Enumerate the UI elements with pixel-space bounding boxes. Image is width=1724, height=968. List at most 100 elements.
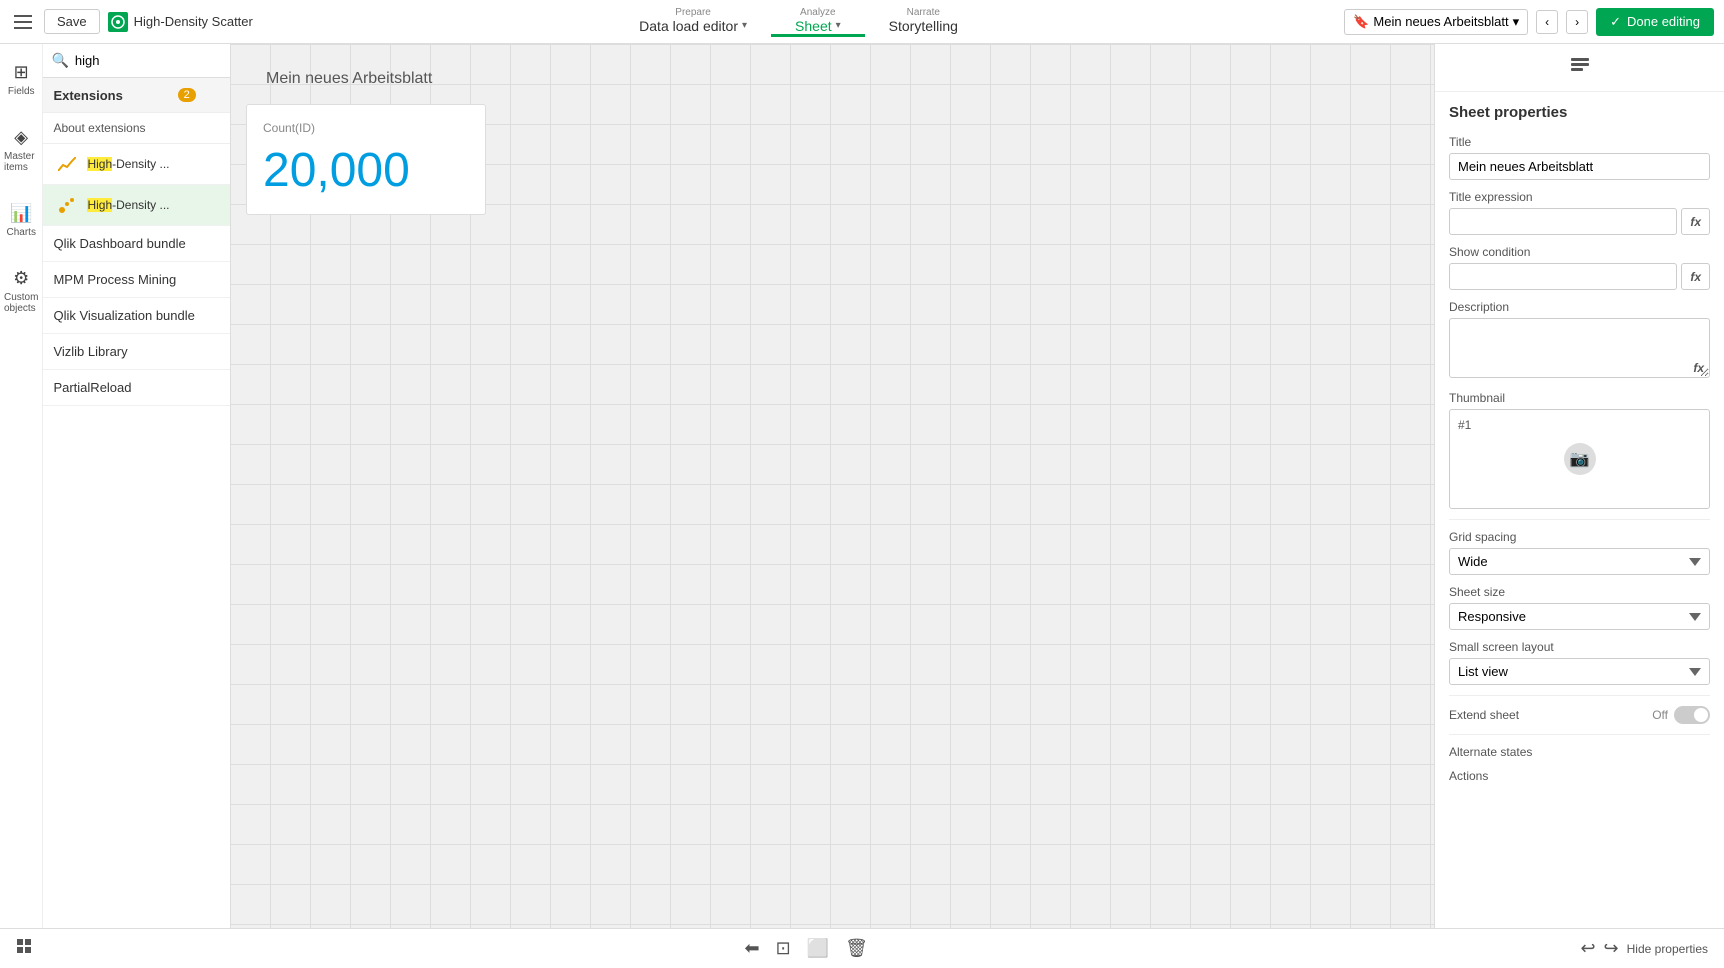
- bt-duplicate-icon[interactable]: ⊡: [776, 938, 791, 959]
- prop-divider-2: [1449, 695, 1710, 696]
- extend-sheet-row: Extend sheet Off: [1449, 706, 1710, 724]
- bt-fullscreen-icon[interactable]: ⬜: [807, 938, 829, 959]
- nav-analyze-sub: Analyze: [800, 7, 836, 18]
- master-items-label: Master items: [4, 151, 38, 173]
- nav-narrate-sub: Narrate: [907, 7, 940, 18]
- sidebar-item-fields[interactable]: ⊞ Fields: [4, 56, 39, 103]
- bt-left: [16, 938, 32, 959]
- checkmark-icon: ✓: [1610, 14, 1621, 30]
- actions-label: Actions: [1449, 769, 1710, 783]
- thumbnail-tag: #1: [1458, 418, 1701, 432]
- custom-objects-label: Custom objects: [4, 292, 38, 314]
- save-button[interactable]: Save: [44, 9, 100, 34]
- camera-icon: 📷: [1570, 449, 1590, 469]
- small-screen-layout-label: Small screen layout: [1449, 640, 1710, 654]
- hide-properties-button[interactable]: Hide properties: [1627, 942, 1708, 956]
- nav-prepare-title: Data load editor ▾: [639, 18, 747, 34]
- extend-sheet-toggle[interactable]: [1674, 706, 1710, 724]
- topbar-right: 🔖 Mein neues Arbeitsblatt ▾ ‹ › ✓ Done e…: [1344, 8, 1714, 36]
- main-layout: ⊞ Fields ◈ Master items 📊 Charts ⚙ Custo…: [0, 44, 1724, 968]
- toggle-knob: [1694, 708, 1708, 722]
- sheet-properties-panel: Sheet properties Title Title expression …: [1435, 92, 1724, 799]
- bt-delete-icon[interactable]: 🗑: [845, 938, 868, 959]
- app-title-text: High-Density Scatter: [134, 14, 253, 29]
- about-extensions-label: About extensions: [53, 121, 145, 135]
- master-items-icon: ◈: [14, 127, 28, 148]
- title-expression-fx-button[interactable]: fx: [1681, 208, 1710, 235]
- extension-icon-chart: [53, 150, 81, 178]
- kpi-card[interactable]: Count(ID) 20,000: [246, 104, 486, 215]
- description-textarea[interactable]: [1449, 318, 1710, 378]
- thumbnail-camera-button[interactable]: 📷: [1564, 443, 1596, 475]
- fields-label: Fields: [8, 86, 35, 97]
- title-expression-input[interactable]: [1449, 208, 1677, 235]
- charts-icon: 📊: [10, 203, 32, 224]
- alternate-states-label: Alternate states: [1449, 745, 1710, 759]
- search-input[interactable]: [75, 53, 251, 68]
- nav-next-button[interactable]: ›: [1566, 10, 1588, 34]
- hide-assets-bottom-icon[interactable]: [16, 938, 32, 958]
- nav-analyze-title: Sheet ▾: [795, 18, 841, 34]
- nav-narrate[interactable]: Narrate Storytelling: [865, 7, 982, 37]
- title-prop-label: Title: [1449, 135, 1710, 149]
- sheet-selector-label: Mein neues Arbeitsblatt: [1373, 14, 1508, 29]
- bottom-toolbar-center: ⬅ ⊡ ⬜ 🗑: [744, 938, 867, 959]
- grid-spacing-select[interactable]: Wide Narrow Medium: [1449, 548, 1710, 575]
- sidebar-item-master-items[interactable]: ◈ Master items: [0, 121, 42, 179]
- custom-objects-icon: ⚙: [13, 268, 29, 289]
- description-row: fx: [1449, 318, 1710, 381]
- sidebar-left: ⊞ Fields ◈ Master items 📊 Charts ⚙ Custo…: [0, 44, 229, 968]
- small-screen-layout-select[interactable]: List view Grid view: [1449, 658, 1710, 685]
- extension-name-1: High-Density ...: [87, 157, 232, 171]
- nav-narrate-title: Storytelling: [889, 18, 958, 34]
- nav-prepare[interactable]: Prepare Data load editor ▾: [615, 7, 771, 37]
- extensions-badge: 2: [178, 88, 196, 102]
- search-icon: 🔍: [51, 52, 68, 69]
- extension-name-2: High-Density ...: [87, 198, 232, 212]
- sidebar-item-custom-objects[interactable]: ⚙ Custom objects: [0, 262, 42, 320]
- sidebar-item-charts[interactable]: 📊 Charts: [3, 197, 40, 244]
- extend-sheet-off-label: Off: [1652, 708, 1668, 722]
- prop-divider-1: [1449, 519, 1710, 520]
- sheet-selector[interactable]: 🔖 Mein neues Arbeitsblatt ▾: [1344, 9, 1528, 35]
- analyze-dropdown-arrow: ▾: [836, 20, 841, 31]
- show-condition-label: Show condition: [1449, 245, 1710, 259]
- show-condition-fx-button[interactable]: fx: [1681, 263, 1710, 290]
- app-icon: [108, 12, 128, 32]
- sheet-size-select[interactable]: Responsive Custom: [1449, 603, 1710, 630]
- done-editing-label: Done editing: [1627, 14, 1700, 29]
- undo-button[interactable]: ↩: [1580, 938, 1595, 959]
- topbar-left: Save High-Density Scatter: [10, 9, 253, 34]
- nav-analyze[interactable]: Analyze Sheet ▾: [771, 7, 865, 37]
- sidebar-icons-column: ⊞ Fields ◈ Master items 📊 Charts ⚙ Custo…: [0, 44, 43, 968]
- kpi-label: Count(ID): [263, 121, 469, 135]
- title-input[interactable]: [1449, 153, 1710, 180]
- sheet-properties-icon[interactable]: [1569, 54, 1591, 81]
- charts-label: Charts: [7, 227, 36, 238]
- show-condition-row: fx: [1449, 263, 1710, 290]
- bt-back-icon[interactable]: ⬅: [744, 938, 759, 959]
- canvas-title: Mein neues Arbeitsblatt: [266, 70, 432, 87]
- description-fx-button[interactable]: fx: [1693, 361, 1704, 375]
- thumbnail-box: #1 📷: [1449, 409, 1710, 509]
- thumbnail-label: Thumbnail: [1449, 391, 1710, 405]
- done-editing-button[interactable]: ✓ Done editing: [1596, 8, 1714, 36]
- redo-button[interactable]: ↪: [1604, 938, 1619, 959]
- prepare-dropdown-arrow: ▾: [742, 20, 747, 31]
- extension-icon-scatter: [53, 191, 81, 219]
- right-panel: Sheet properties Title Title expression …: [1434, 44, 1724, 968]
- fields-icon: ⊞: [14, 62, 29, 83]
- topbar-center: Prepare Data load editor ▾ Analyze Sheet…: [261, 7, 1336, 37]
- nav-prev-button[interactable]: ‹: [1536, 10, 1558, 34]
- canvas-content: Mein neues Arbeitsblatt Count(ID) 20,000: [230, 44, 1434, 225]
- extensions-title: Extensions: [53, 88, 122, 103]
- bookmark-icon: 🔖: [1353, 14, 1369, 30]
- canvas-header: Mein neues Arbeitsblatt: [246, 54, 1418, 104]
- nav-prepare-sub: Prepare: [675, 7, 711, 18]
- sheet-selector-dropdown-arrow: ▾: [1513, 14, 1520, 30]
- show-condition-input[interactable]: [1449, 263, 1677, 290]
- grid-spacing-label: Grid spacing: [1449, 530, 1710, 544]
- hamburger-button[interactable]: [10, 11, 36, 33]
- sheet-properties-title: Sheet properties: [1449, 104, 1710, 121]
- bottom-toolbar-right: ↩ ↪ Hide properties: [1580, 938, 1708, 959]
